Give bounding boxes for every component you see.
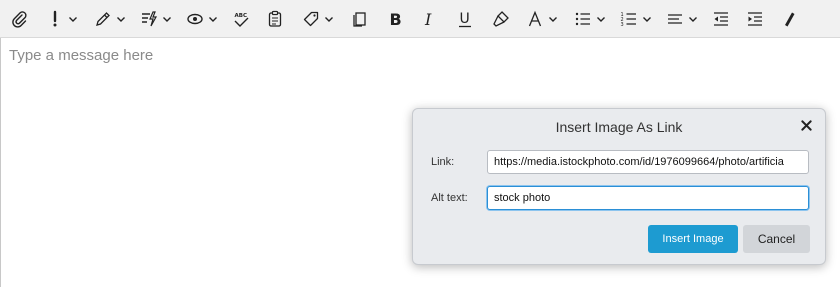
copy-icon — [350, 10, 368, 28]
chevron-down-icon[interactable] — [596, 14, 606, 24]
chevron-down-icon[interactable] — [688, 14, 698, 24]
chevron-down-icon[interactable] — [68, 14, 78, 24]
indent-icon — [746, 10, 764, 28]
message-body-placeholder[interactable]: Type a message here — [9, 47, 153, 64]
format-painter-icon — [492, 10, 510, 28]
numbered-list-button[interactable]: 123 — [620, 4, 652, 34]
indent-button[interactable] — [746, 4, 764, 34]
svg-text:U: U — [460, 11, 470, 27]
bullet-list-icon — [574, 10, 592, 28]
link-input[interactable]: https://media.istockphoto.com/id/1976099… — [487, 150, 809, 174]
tag-button[interactable] — [302, 4, 334, 34]
format-painter-button[interactable] — [492, 4, 510, 34]
clipboard-button[interactable] — [266, 4, 284, 34]
signature-pen-button[interactable] — [94, 4, 126, 34]
alt-text-input[interactable]: stock photo — [487, 186, 809, 210]
italic-button[interactable]: I — [420, 4, 438, 34]
formatting-toolbar: ABC B I U 1 2 3 — [0, 0, 840, 38]
more-button[interactable] — [780, 4, 798, 34]
bold-icon: B — [386, 10, 404, 28]
underline-button[interactable]: U — [456, 4, 474, 34]
align-button[interactable] — [666, 4, 698, 34]
cancel-button[interactable]: Cancel — [743, 225, 810, 253]
quick-text-button[interactable] — [140, 4, 172, 34]
chevron-down-icon[interactable] — [324, 14, 334, 24]
priority-button[interactable] — [46, 4, 78, 34]
svg-text:ABC: ABC — [235, 13, 248, 19]
paperclip-button[interactable] — [10, 4, 28, 34]
outdent-button[interactable] — [712, 4, 730, 34]
link-label: Link: — [431, 156, 455, 168]
read-receipt-icon — [186, 10, 204, 28]
copy-button[interactable] — [350, 4, 368, 34]
underline-icon: U — [456, 10, 474, 28]
paperclip-icon — [10, 10, 28, 28]
dialog-title: Insert Image As Link — [555, 119, 683, 135]
font-color-icon — [526, 10, 544, 28]
read-receipt-button[interactable] — [186, 4, 218, 34]
spellcheck-icon: ABC — [232, 10, 250, 28]
insert-image-button[interactable]: Insert Image — [648, 225, 738, 253]
insert-image-dialog: Insert Image As Link Link: https://media… — [412, 108, 826, 265]
bullet-list-button[interactable] — [574, 4, 606, 34]
svg-text:B: B — [390, 10, 402, 28]
signature-pen-icon — [94, 10, 112, 28]
chevron-down-icon[interactable] — [208, 14, 218, 24]
tag-icon — [302, 10, 320, 28]
alt-text-label: Alt text: — [431, 192, 468, 204]
close-icon[interactable] — [797, 116, 815, 134]
svg-text:I: I — [424, 10, 432, 28]
italic-icon: I — [420, 10, 438, 28]
chevron-down-icon[interactable] — [116, 14, 126, 24]
numbered-list-icon: 123 — [620, 10, 638, 28]
spellcheck-button[interactable]: ABC — [232, 4, 250, 34]
quick-text-icon — [140, 10, 158, 28]
chevron-down-icon[interactable] — [162, 14, 172, 24]
font-color-button[interactable] — [526, 4, 558, 34]
chevron-down-icon[interactable] — [642, 14, 652, 24]
svg-text:3: 3 — [621, 22, 624, 28]
bold-button[interactable]: B — [386, 4, 404, 34]
priority-icon — [46, 10, 64, 28]
more-icon — [780, 10, 798, 28]
outdent-icon — [712, 10, 730, 28]
clipboard-icon — [266, 10, 284, 28]
align-icon — [666, 10, 684, 28]
chevron-down-icon[interactable] — [548, 14, 558, 24]
